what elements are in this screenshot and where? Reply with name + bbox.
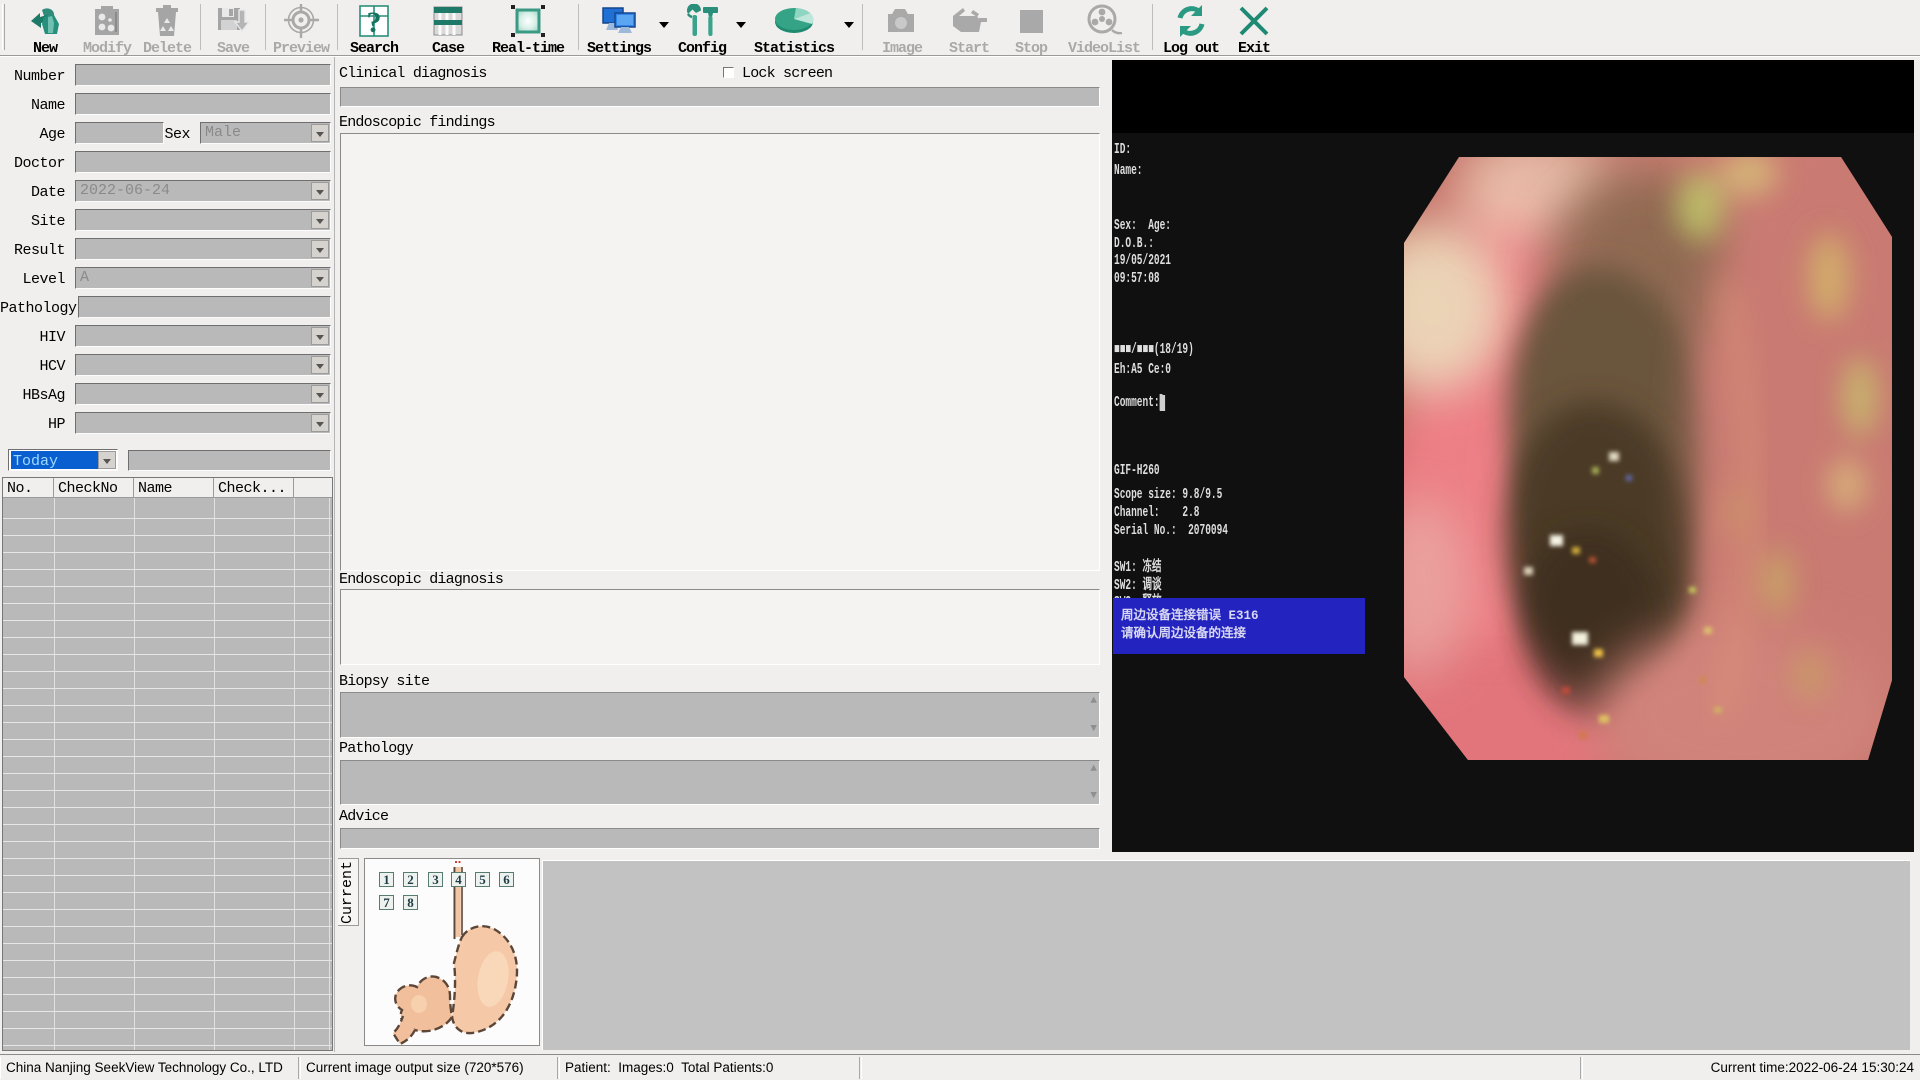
- svg-text:?: ?: [367, 6, 382, 38]
